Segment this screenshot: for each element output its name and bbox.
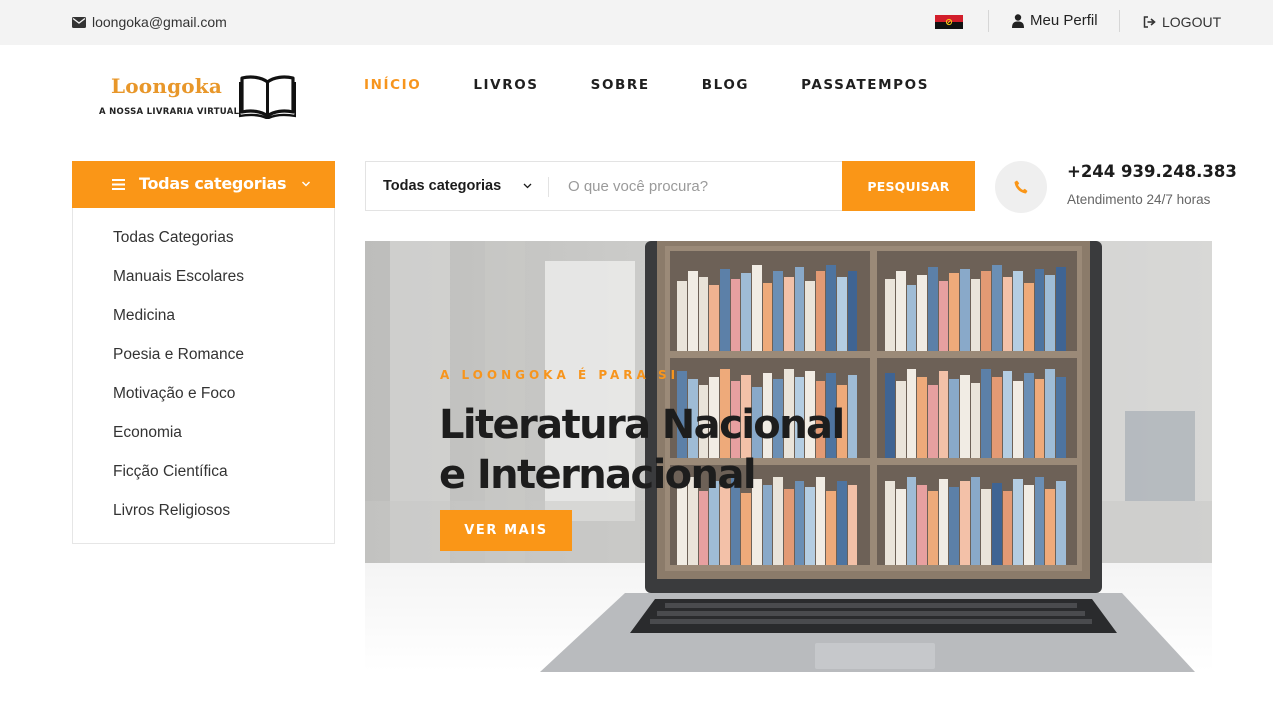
logout-icon: [1143, 16, 1156, 28]
contact-email[interactable]: loongoka@gmail.com: [72, 14, 227, 30]
search-button[interactable]: PESQUISAR: [842, 161, 975, 211]
category-item-ficcao-cientifica[interactable]: Ficção Científica: [113, 463, 228, 481]
logo-tagline: A NOSSA LIVRARIA VIRTUAL: [99, 107, 240, 117]
search-bar: Todas categorias PESQUISAR: [365, 161, 975, 211]
search-category-select[interactable]: Todas categorias: [383, 178, 501, 194]
my-profile-link[interactable]: Meu Perfil: [1012, 12, 1098, 29]
category-item-poesia-romance[interactable]: Poesia e Romance: [113, 346, 244, 364]
hero-title-line-2: e Internacional: [439, 452, 757, 498]
nav-item-inicio[interactable]: INÍCIO: [364, 77, 421, 93]
search-divider: [548, 177, 549, 197]
logout-label: LOGOUT: [1162, 14, 1222, 30]
hero-title: Literatura Nacional e Internacional: [439, 400, 845, 500]
top-bar: loongoka@gmail.com Meu Perfil LOGOUT: [0, 0, 1273, 45]
phone-icon-badge: [995, 161, 1047, 213]
categories-list: Todas Categorias Manuais Escolares Medic…: [72, 208, 335, 544]
angola-flag-icon[interactable]: [935, 15, 963, 29]
user-icon: [1012, 13, 1024, 28]
phone-subtitle: Atendimento 24/7 horas: [1067, 192, 1211, 207]
site-logo[interactable]: Loongoka A NOSSA LIVRARIA VIRTUAL: [96, 72, 301, 122]
envelope-icon: [72, 16, 86, 28]
phone-number[interactable]: +244 939.248.383: [1067, 162, 1237, 181]
open-book-icon: [239, 75, 296, 119]
nav-item-livros[interactable]: LIVROS: [473, 77, 538, 93]
category-item-economia[interactable]: Economia: [113, 424, 182, 442]
hero-kicker: A LOONGOKA É PARA SI: [440, 368, 680, 382]
categories-title: Todas categorias: [139, 174, 287, 193]
logo-name: Loongoka: [111, 74, 223, 98]
phone-icon: [1014, 180, 1028, 194]
nav-item-sobre[interactable]: SOBRE: [591, 77, 650, 93]
nav-item-passatempos[interactable]: PASSATEMPOS: [801, 77, 929, 93]
category-item-motivacao-foco[interactable]: Motivação e Foco: [113, 385, 235, 403]
email-text: loongoka@gmail.com: [92, 14, 227, 30]
category-item-livros-religiosos[interactable]: Livros Religiosos: [113, 502, 230, 520]
category-item-todas[interactable]: Todas Categorias: [113, 229, 234, 247]
topbar-divider: [988, 10, 989, 32]
nav-item-blog[interactable]: BLOG: [702, 77, 749, 93]
hero-banner: A LOONGOKA É PARA SI Literatura Nacional…: [365, 241, 1212, 672]
topbar-divider: [1119, 10, 1120, 32]
main-nav: INÍCIO LIVROS SOBRE BLOG PASSATEMPOS: [364, 77, 981, 93]
hero-title-line-1: Literatura Nacional: [439, 402, 845, 448]
chevron-down-icon: [523, 183, 532, 189]
search-input[interactable]: [556, 172, 836, 200]
chevron-down-icon: [301, 181, 311, 187]
category-item-medicina[interactable]: Medicina: [113, 307, 175, 325]
hamburger-menu-icon: [112, 179, 125, 190]
categories-toggle[interactable]: Todas categorias: [72, 161, 335, 208]
category-item-manuais-escolares[interactable]: Manuais Escolares: [113, 268, 244, 286]
profile-label: Meu Perfil: [1030, 12, 1098, 29]
logout-link[interactable]: LOGOUT: [1143, 14, 1221, 30]
ver-mais-button[interactable]: VER MAIS: [440, 510, 572, 551]
